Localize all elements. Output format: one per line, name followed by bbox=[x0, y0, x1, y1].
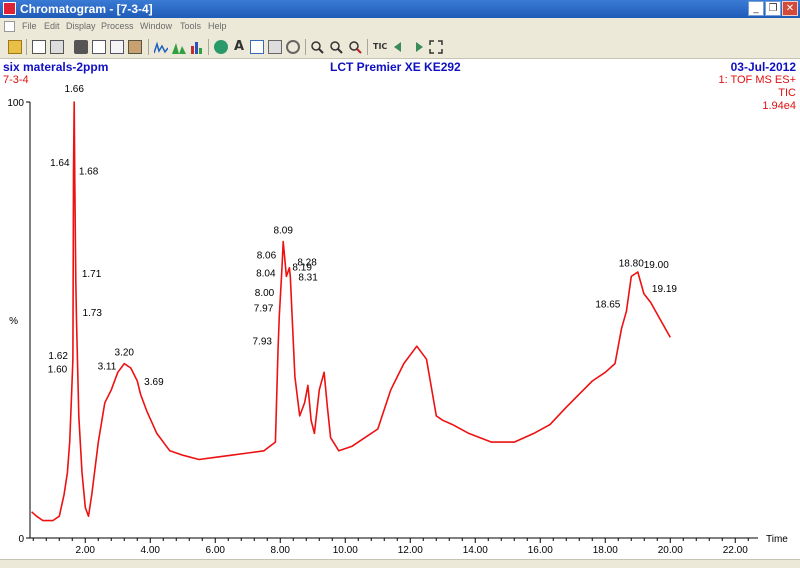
peak-label: 8.00 bbox=[255, 288, 275, 299]
peak-label: 7.93 bbox=[253, 337, 273, 348]
peak-label: 1.62 bbox=[48, 351, 68, 362]
peak-label: 8.31 bbox=[298, 272, 318, 283]
peak-label: 1.68 bbox=[79, 166, 99, 177]
y-axis-label: % bbox=[9, 316, 18, 327]
peak-label: 3.20 bbox=[115, 348, 135, 359]
x-tick-label: 4.00 bbox=[141, 545, 161, 556]
x-tick-label: 14.00 bbox=[463, 545, 488, 556]
x-tick-label: 12.00 bbox=[398, 545, 423, 556]
peak-label: 18.65 bbox=[595, 299, 620, 310]
peak-label: 1.73 bbox=[82, 308, 102, 319]
peak-label: 1.64 bbox=[50, 158, 70, 169]
peak-label: 19.00 bbox=[644, 260, 669, 271]
x-tick-label: 18.00 bbox=[593, 545, 618, 556]
x-tick-label: 22.00 bbox=[723, 545, 748, 556]
x-tick-label: 10.00 bbox=[333, 545, 358, 556]
x-tick-label: 2.00 bbox=[76, 545, 96, 556]
y-tick-label: 100 bbox=[7, 98, 24, 109]
x-tick-label: 8.00 bbox=[271, 545, 291, 556]
peak-label: 1.71 bbox=[82, 269, 102, 280]
peak-label: 3.11 bbox=[98, 362, 117, 373]
peak-label: 3.69 bbox=[144, 377, 164, 388]
chromatogram-chart[interactable]: 0 100% 2.00 4.00 6.00 8.00 10.00 12.00 14.00 16.0… bbox=[0, 0, 800, 557]
x-tick-label: 6.00 bbox=[206, 545, 226, 556]
peak-label: 1.60 bbox=[48, 365, 68, 376]
y-tick-label: 0 bbox=[18, 534, 24, 545]
peak-label: 8.06 bbox=[257, 250, 277, 261]
peak-label: 19.19 bbox=[652, 284, 677, 295]
peak-label: 8.04 bbox=[256, 268, 276, 279]
tic-trace bbox=[31, 101, 671, 522]
x-tick-label: 16.00 bbox=[528, 545, 553, 556]
x-axis-label: Time bbox=[766, 534, 788, 545]
peak-label: 8.09 bbox=[273, 226, 293, 237]
x-tick-label: 20.00 bbox=[658, 545, 683, 556]
peak-label: 7.97 bbox=[254, 304, 274, 315]
peak-label: 1.66 bbox=[64, 84, 84, 95]
peak-label: 8.28 bbox=[297, 258, 317, 269]
peak-label: 18.80 bbox=[619, 258, 644, 269]
